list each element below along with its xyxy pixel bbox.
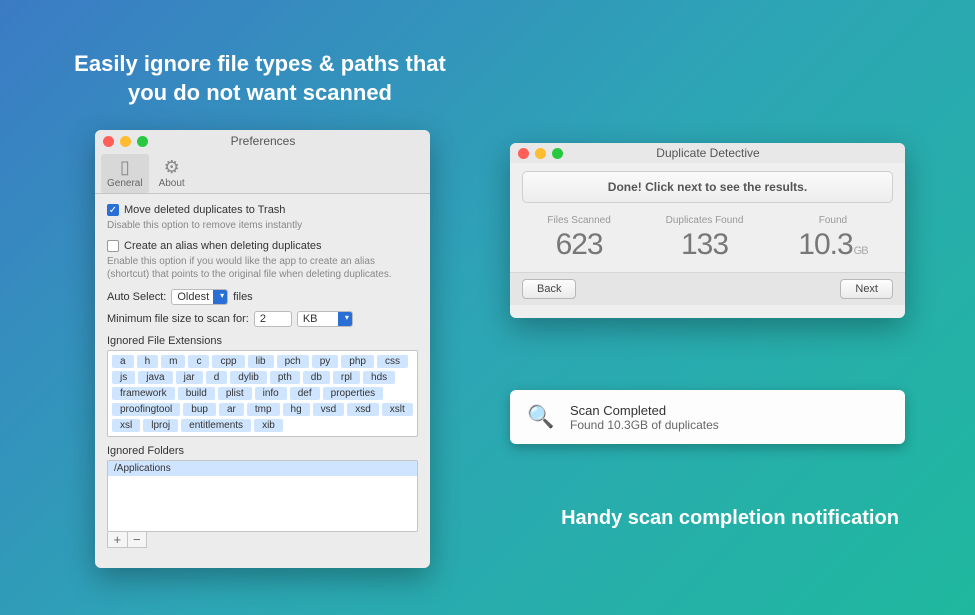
results-title: Duplicate Detective	[519, 146, 897, 160]
ext-tag[interactable]: xsd	[347, 403, 379, 416]
ext-tag[interactable]: c	[188, 355, 209, 368]
app-icon: 🔍	[524, 400, 558, 434]
ext-tag[interactable]: a	[112, 355, 134, 368]
remove-button[interactable]: −	[128, 532, 147, 547]
trash-hint: Disable this option to remove items inst…	[107, 219, 418, 232]
ext-tag[interactable]: plist	[218, 387, 252, 400]
results-titlebar: Duplicate Detective	[510, 143, 905, 163]
tab-general-label: General	[107, 178, 143, 189]
autoselect-suffix: files	[233, 291, 253, 303]
results-button-bar: Back Next	[510, 272, 905, 305]
ext-tag[interactable]: lib	[248, 355, 274, 368]
folders-list[interactable]: /Applications	[107, 460, 418, 532]
ext-tag[interactable]: db	[303, 371, 330, 384]
notification[interactable]: 🔍 Scan Completed Found 10.3GB of duplica…	[510, 390, 905, 444]
ext-tag[interactable]: css	[377, 355, 408, 368]
ext-tag[interactable]: def	[290, 387, 320, 400]
preferences-window: Preferences ▯ General ⚙ About ✓ Move del…	[95, 130, 430, 568]
ext-tag[interactable]: proofingtool	[112, 403, 180, 416]
ext-tag[interactable]: bup	[183, 403, 216, 416]
ext-tag[interactable]: ar	[219, 403, 244, 416]
ext-tag[interactable]: jar	[176, 371, 203, 384]
ext-tag[interactable]: java	[138, 371, 172, 384]
heading-top: Easily ignore file types & paths that yo…	[70, 50, 450, 107]
folder-row[interactable]: /Applications	[108, 461, 417, 476]
extensions-grid: ahmccpplibpchpyphpcssjsjavajarddylibpthd…	[112, 355, 413, 432]
heading-bottom: Handy scan completion notification	[555, 505, 905, 531]
back-button[interactable]: Back	[522, 279, 576, 299]
autoselect-label: Auto Select:	[107, 291, 166, 303]
ext-tag[interactable]: pth	[270, 371, 300, 384]
trash-checkbox-label: Move deleted duplicates to Trash	[124, 204, 285, 216]
extensions-box: ahmccpplibpchpyphpcssjsjavajarddylibpthd…	[107, 350, 418, 437]
ext-tag[interactable]: pch	[277, 355, 309, 368]
ext-tag[interactable]: build	[178, 387, 215, 400]
minsize-label: Minimum file size to scan for:	[107, 313, 249, 325]
ext-tag[interactable]: tmp	[247, 403, 280, 416]
autoselect-dropdown[interactable]: Oldest	[171, 289, 228, 305]
ext-tag[interactable]: entitlements	[181, 419, 251, 432]
folders-section-label: Ignored Folders	[107, 445, 418, 457]
minsize-unit-dropdown[interactable]: KB	[297, 311, 353, 327]
stat-value: 623	[547, 228, 610, 262]
ext-tag[interactable]: vsd	[313, 403, 345, 416]
ext-tag[interactable]: hg	[283, 403, 310, 416]
phone-icon: ▯	[113, 156, 137, 178]
next-button[interactable]: Next	[840, 279, 893, 299]
tab-about-label: About	[159, 178, 185, 189]
ext-tag[interactable]: xsl	[112, 419, 140, 432]
prefs-body: ✓ Move deleted duplicates to Trash Disab…	[95, 194, 430, 558]
ext-tag[interactable]: properties	[323, 387, 383, 400]
trash-checkbox[interactable]: ✓	[107, 204, 119, 216]
ext-tag[interactable]: h	[137, 355, 159, 368]
prefs-toolbar: ▯ General ⚙ About	[95, 152, 430, 194]
add-remove-bar: + −	[107, 532, 147, 548]
ext-tag[interactable]: py	[312, 355, 339, 368]
add-button[interactable]: +	[108, 532, 128, 547]
ext-tag[interactable]: hds	[363, 371, 395, 384]
ext-tag[interactable]: info	[255, 387, 287, 400]
ext-tag[interactable]: framework	[112, 387, 175, 400]
ext-tag[interactable]: xslt	[382, 403, 413, 416]
alias-checkbox-label: Create an alias when deleting duplicates	[124, 240, 322, 252]
stat-value: 10.3GB	[798, 228, 867, 262]
stat: Files Scanned 623	[547, 215, 610, 262]
ext-tag[interactable]: lproj	[143, 419, 178, 432]
results-window: Duplicate Detective Done! Click next to …	[510, 143, 905, 318]
stat: Found 10.3GB	[798, 215, 867, 262]
ext-tag[interactable]: xib	[254, 419, 283, 432]
gear-icon: ⚙	[160, 156, 184, 178]
alias-hint: Enable this option if you would like the…	[107, 255, 418, 281]
stat-value: 133	[666, 228, 744, 262]
ext-tag[interactable]: rpl	[333, 371, 360, 384]
alias-checkbox[interactable]	[107, 240, 119, 252]
ext-tag[interactable]: dylib	[230, 371, 267, 384]
ext-tag[interactable]: php	[341, 355, 374, 368]
ext-tag[interactable]: d	[206, 371, 228, 384]
notification-title: Scan Completed	[570, 403, 719, 418]
prefs-titlebar: Preferences	[95, 130, 430, 152]
tab-about[interactable]: ⚙ About	[153, 154, 191, 193]
stat-unit: GB	[854, 245, 868, 257]
tab-general[interactable]: ▯ General	[101, 154, 149, 193]
ext-tag[interactable]: cpp	[212, 355, 244, 368]
minsize-input[interactable]: 2	[254, 311, 292, 327]
stats-row: Files Scanned 623 Duplicates Found 133 Found…	[510, 211, 905, 272]
results-banner: Done! Click next to see the results.	[522, 171, 893, 203]
ext-tag[interactable]: js	[112, 371, 135, 384]
stat: Duplicates Found 133	[666, 215, 744, 262]
stat-label: Found	[798, 215, 867, 226]
stat-label: Duplicates Found	[666, 215, 744, 226]
notification-body: Found 10.3GB of duplicates	[570, 418, 719, 432]
ext-tag[interactable]: m	[161, 355, 185, 368]
stat-label: Files Scanned	[547, 215, 610, 226]
ext-section-label: Ignored File Extensions	[107, 335, 418, 347]
prefs-title: Preferences	[104, 134, 422, 148]
